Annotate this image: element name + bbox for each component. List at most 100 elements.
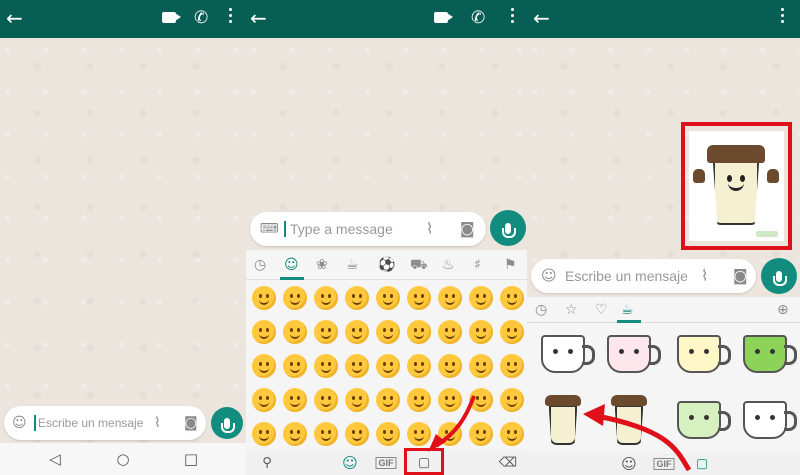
home-nav-icon[interactable]: ○ <box>116 450 129 468</box>
sticker-laptop-mug[interactable] <box>599 323 661 385</box>
sticker-sleepy-mug[interactable] <box>533 323 595 385</box>
search-icon[interactable]: ⚲ <box>262 456 272 471</box>
sticker-sick-mug[interactable] <box>735 323 797 385</box>
objects-icon[interactable]: ♨ <box>442 257 455 273</box>
emoji-key[interactable] <box>438 286 462 310</box>
emoji-key[interactable] <box>469 354 493 378</box>
phone-icon[interactable]: ✆ <box>471 7 485 29</box>
emoji-key[interactable] <box>407 320 431 344</box>
mic-button[interactable] <box>211 407 243 439</box>
emoji-key[interactable] <box>500 354 524 378</box>
message-input-bar[interactable]: ☺ Escribe un mensaje ⌇ ◙ <box>4 406 206 440</box>
emoji-key[interactable] <box>376 286 400 310</box>
star-icon[interactable]: ☆ <box>565 302 578 318</box>
emoji-key[interactable] <box>283 320 307 344</box>
emoji-key[interactable] <box>345 388 369 412</box>
emoji-key[interactable] <box>469 286 493 310</box>
emoji-key[interactable] <box>314 422 338 446</box>
coffee-cup-sticker <box>693 145 779 225</box>
attach-icon[interactable]: ⌇ <box>426 221 433 237</box>
emoji-key[interactable] <box>314 388 338 412</box>
chat-panel-empty: ← ✆ ☺ Escribe un mensaje ⌇ ◙ ◁ ○ □ <box>0 0 246 475</box>
camera-icon[interactable]: ◙ <box>733 268 748 284</box>
emoji-key[interactable] <box>252 286 276 310</box>
emoji-key[interactable] <box>376 422 400 446</box>
recents-nav-icon[interactable]: □ <box>184 450 198 468</box>
emoji-key[interactable] <box>376 320 400 344</box>
travel-icon[interactable]: ⛟ <box>410 257 428 275</box>
message-input-placeholder[interactable]: Type a message <box>290 221 393 237</box>
mic-button[interactable] <box>761 258 797 294</box>
emoji-key[interactable] <box>469 320 493 344</box>
backspace-icon[interactable]: ⌫ <box>499 456 517 471</box>
chat-panel-sticker-keyboard: ← ☺ Escribe un mensaje ⌇ ◙ ◷ ☆ ♡ ☕ ⊕ ☺ G… <box>527 0 800 475</box>
gif-tab[interactable]: GIF <box>375 457 397 469</box>
more-options-icon[interactable] <box>511 8 514 24</box>
emoji-key[interactable] <box>252 320 276 344</box>
video-call-icon[interactable] <box>162 12 181 23</box>
flags-icon[interactable]: ⚑ <box>504 257 517 273</box>
mic-button[interactable] <box>490 210 526 246</box>
attach-icon[interactable]: ⌇ <box>701 268 708 284</box>
sticker-party-mug[interactable] <box>669 323 731 385</box>
emoji-key[interactable] <box>252 354 276 378</box>
more-options-icon[interactable] <box>781 8 784 24</box>
add-icon[interactable]: ⊕ <box>777 302 789 318</box>
emoji-key[interactable] <box>376 354 400 378</box>
emoji-key[interactable] <box>438 320 462 344</box>
heart-icon[interactable]: ♡ <box>595 302 608 318</box>
emoji-key[interactable] <box>314 320 338 344</box>
emoji-key[interactable] <box>345 286 369 310</box>
emoji-key[interactable] <box>407 286 431 310</box>
mug-shape <box>607 335 661 373</box>
sticker-pack-icon[interactable]: ☕ <box>621 302 634 318</box>
animals-icon[interactable]: ❀ <box>316 257 328 273</box>
food-icon[interactable]: ☕ <box>346 257 359 273</box>
video-call-icon[interactable] <box>434 12 453 23</box>
sticker-tab-icon[interactable]: ▢ <box>696 457 708 472</box>
left-hand <box>693 169 705 183</box>
emoji-key[interactable] <box>345 422 369 446</box>
emoji-key[interactable] <box>500 320 524 344</box>
emoji-icon[interactable]: ☺ <box>541 268 557 284</box>
emoji-key[interactable] <box>283 354 307 378</box>
emoji-key[interactable] <box>345 320 369 344</box>
emoji-key[interactable] <box>252 388 276 412</box>
message-input-bar[interactable]: ⌨ Type a message ⌇ ◙ <box>250 212 486 246</box>
emoji-key[interactable] <box>500 422 524 446</box>
back-arrow-icon[interactable]: ← <box>6 6 23 30</box>
back-arrow-icon[interactable]: ← <box>533 6 550 30</box>
emoji-key[interactable] <box>345 354 369 378</box>
more-options-icon[interactable] <box>229 8 232 24</box>
emoji-key[interactable] <box>438 354 462 378</box>
symbols-icon[interactable]: ♯ <box>474 257 481 273</box>
emoji-key[interactable] <box>252 422 276 446</box>
attach-icon[interactable]: ⌇ <box>154 416 161 430</box>
camera-icon[interactable]: ◙ <box>460 221 475 237</box>
emoji-key[interactable] <box>283 388 307 412</box>
activity-icon[interactable]: ⚽ <box>378 257 395 273</box>
emoji-key[interactable] <box>500 286 524 310</box>
emoji-key[interactable] <box>314 286 338 310</box>
sent-sticker-message[interactable] <box>689 131 784 241</box>
camera-icon[interactable]: ◙ <box>184 416 198 430</box>
emoji-key[interactable] <box>314 354 338 378</box>
emoji-tab-icon[interactable]: ☺ <box>342 454 358 472</box>
emoji-key[interactable] <box>500 388 524 412</box>
emoji-key[interactable] <box>283 422 307 446</box>
emoji-icon[interactable]: ☺ <box>12 416 27 430</box>
recent-icon[interactable]: ◷ <box>535 302 547 318</box>
recent-icon[interactable]: ◷ <box>254 257 266 273</box>
back-nav-icon[interactable]: ◁ <box>49 450 61 468</box>
emoji-key[interactable] <box>376 388 400 412</box>
emoji-key[interactable] <box>283 286 307 310</box>
phone-icon[interactable]: ✆ <box>194 7 208 29</box>
keyboard-icon[interactable]: ⌨ <box>260 223 279 236</box>
back-arrow-icon[interactable]: ← <box>250 6 267 30</box>
smileys-icon[interactable]: ☺ <box>284 257 299 273</box>
emoji-key[interactable] <box>407 354 431 378</box>
sticker-phone-mug[interactable] <box>735 389 797 451</box>
message-input-placeholder[interactable]: Escribe un mensaje <box>565 268 688 284</box>
message-input-placeholder[interactable]: Escribe un mensaje <box>38 416 143 430</box>
message-input-bar[interactable]: ☺ Escribe un mensaje ⌇ ◙ <box>531 259 756 293</box>
